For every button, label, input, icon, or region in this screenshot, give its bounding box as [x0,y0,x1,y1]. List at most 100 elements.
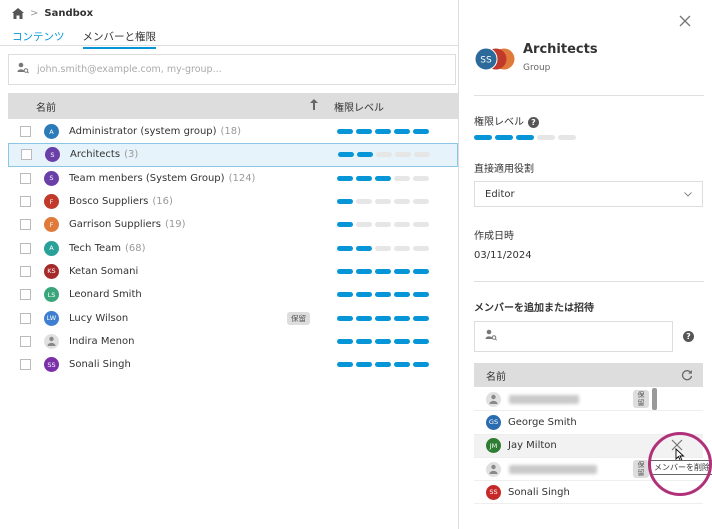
member-name[interactable]: Ketan Somani [69,266,138,277]
tab-members-permissions[interactable]: メンバーと権限 [82,29,156,49]
table-row[interactable]: Indira Menon [8,330,458,353]
user-search-icon [485,329,497,344]
permission-level-text: 権限レベル [474,117,524,128]
member-name[interactable]: Leonard Smith [69,289,142,300]
redacted-name [509,464,597,474]
row-checkbox[interactable] [20,172,31,184]
tab-contents[interactable]: コンテンツ [12,29,65,49]
row-checkbox[interactable] [20,196,31,208]
user-search-icon [17,62,29,77]
help-icon[interactable]: ? [683,331,694,342]
permission-level-bars[interactable] [338,152,430,158]
divider [474,281,704,282]
permission-level-bars[interactable] [337,268,429,274]
scrollbar[interactable] [652,388,657,410]
level-bar [394,222,410,228]
member-name[interactable]: Indira Menon [69,336,134,347]
level-bar [376,152,392,158]
row-checkbox[interactable] [20,242,31,254]
close-panel-icon[interactable] [678,14,692,28]
add-member-input[interactable] [474,321,673,352]
member-name[interactable]: Team menbers (System Group) (124) [69,173,255,184]
permission-level-bars[interactable] [337,129,429,135]
pending-badge: 保留 [633,460,649,479]
level-bar [394,362,410,368]
user-icon [486,461,501,477]
permission-level-bars[interactable] [337,175,429,181]
refresh-icon[interactable] [681,369,693,381]
member-name[interactable]: Sonali Singh [69,359,131,370]
group-avatar-initials: SS [480,56,492,66]
member-name[interactable]: Bosco Suppliers (16) [69,196,173,207]
table-row[interactable]: F Bosco Suppliers (16) [8,190,458,214]
avatar: GS [486,414,501,430]
member-search-input[interactable] [37,64,417,75]
breadcrumb-current[interactable]: Sandbox [44,8,93,19]
home-icon[interactable] [12,7,24,19]
member-search-box [8,54,456,85]
member-name[interactable]: Administrator (system group) (18) [69,126,241,137]
member-name: Sonali Singh [508,486,570,498]
members-column-name[interactable]: 名前 [486,368,506,383]
permission-level-bars[interactable] [337,292,429,298]
row-checkbox[interactable] [20,359,31,371]
level-bar [558,135,576,140]
created-label: 作成日時 [474,231,514,242]
table-row[interactable]: S Team menbers (System Group) (124) [8,167,458,190]
role-select[interactable]: Editor [474,181,703,207]
members-table-header: 名前 [474,363,703,387]
row-checkbox[interactable] [20,126,31,138]
table-header: 名前 権限レベル [8,93,458,119]
help-icon[interactable]: ? [528,116,539,128]
row-checkbox[interactable] [20,289,31,301]
user-icon [44,333,59,349]
level-bar [337,222,353,228]
sort-arrow-up-icon[interactable] [310,99,320,113]
avatar-initials: JM [489,441,498,450]
table-row[interactable]: LS Leonard Smith [8,283,458,306]
table-row[interactable]: KS Ketan Somani [8,260,458,283]
avatar: JM [486,438,501,454]
level-bar [337,129,353,135]
column-header-permission[interactable]: 権限レベル [334,99,384,114]
table-row[interactable]: A Tech Team (68) [8,236,458,260]
level-bar [375,338,391,344]
level-bar [337,338,353,344]
avatar: A [44,240,64,260]
permission-level-bars[interactable] [337,222,429,228]
permission-level-bars[interactable] [337,338,429,344]
level-bar [337,199,353,205]
permission-level-bars[interactable] [337,199,429,205]
table-row[interactable]: SS Sonali Singh [8,353,458,376]
table-row[interactable]: F Garrison Suppliers (19) [8,213,458,237]
row-checkbox[interactable] [20,219,31,231]
permission-level-bars[interactable] [337,315,429,321]
level-bar [413,245,429,251]
level-bar [495,135,513,140]
group-avatar: SS [474,47,520,71]
member-name[interactable]: Lucy Wilson [69,313,128,324]
member-name[interactable]: Tech Team (68) [69,243,146,254]
panel-title: Architects [523,42,598,57]
level-bar [413,199,429,205]
role-label: 直接適用役割 [474,164,534,175]
row-checkbox[interactable] [21,149,32,161]
permission-level-bars[interactable] [474,135,576,140]
member-name: George Smith [508,416,577,428]
table-row[interactable]: S Architects (3) [8,143,458,167]
permission-level-bars[interactable] [337,362,429,368]
member-name[interactable]: Garrison Suppliers (19) [69,219,186,230]
list-item[interactable]: GS George Smith [474,411,703,435]
list-item[interactable]: 保留 [474,388,703,412]
row-checkbox[interactable] [20,312,31,324]
table-row[interactable]: A Administrator (system group) (18) [8,120,458,144]
column-header-name[interactable]: 名前 [36,99,306,114]
avatar-initials: KS [47,267,56,276]
row-checkbox[interactable] [20,265,31,277]
row-checkbox[interactable] [20,335,31,347]
level-bar [375,362,391,368]
avatar-initials: F [49,220,54,229]
member-name[interactable]: Architects (3) [70,149,138,160]
table-row[interactable]: LW Lucy Wilson 保留 [8,306,458,329]
permission-level-bars[interactable] [337,245,429,251]
